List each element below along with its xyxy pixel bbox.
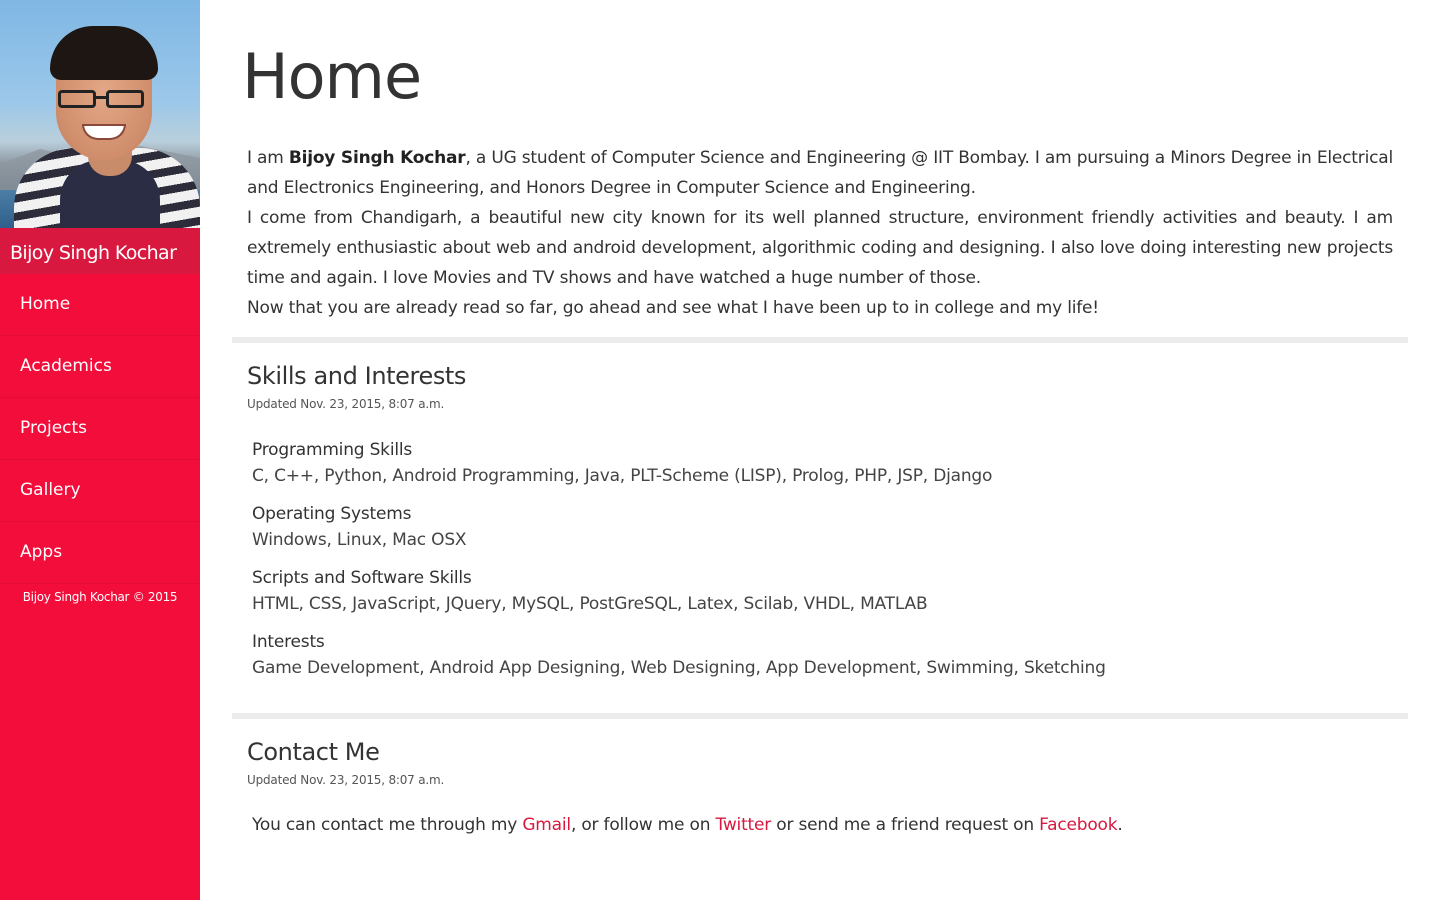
skill-block-operating-systems: Operating Systems Windows, Linux, Mac OS…	[252, 504, 1352, 550]
sidebar: Bijoy Singh Kochar Home Academics Projec…	[0, 0, 200, 900]
nav-item-projects[interactable]: Projects	[0, 398, 200, 460]
nav-item-home[interactable]: Home	[0, 274, 200, 336]
contact-text-part: .	[1117, 815, 1123, 835]
intro-paragraph-1: I am Bijoy Singh Kochar, a UG student of…	[247, 143, 1393, 203]
skill-heading: Operating Systems	[252, 504, 412, 524]
section-divider	[232, 337, 1408, 343]
sidebar-nav: Home Academics Projects Gallery Apps	[0, 274, 200, 584]
skill-value: HTML, CSS, JavaScript, JQuery, MySQL, Po…	[252, 594, 928, 614]
contact-text-part: or send me a friend request on	[771, 815, 1040, 835]
intro-paragraph-2: I come from Chandigarh, a beautiful new …	[247, 208, 1393, 288]
skill-block-interests: Interests Game Development, Android App …	[252, 632, 1352, 678]
nav-item-apps[interactable]: Apps	[0, 522, 200, 584]
facebook-link[interactable]: Facebook	[1039, 815, 1117, 835]
contact-text: You can contact me through my Gmail, or …	[252, 815, 1123, 835]
profile-photo	[0, 0, 200, 228]
skill-block-programming: Programming Skills C, C++, Python, Andro…	[252, 440, 1352, 486]
skills-updated-timestamp: Updated Nov. 23, 2015, 8:07 a.m.	[247, 397, 445, 411]
gmail-link[interactable]: Gmail	[522, 815, 571, 835]
skill-value: Game Development, Android App Designing,…	[252, 658, 1106, 678]
contact-text-part: , or follow me on	[570, 815, 716, 835]
contact-updated-timestamp: Updated Nov. 23, 2015, 8:07 a.m.	[247, 773, 445, 787]
skill-heading: Scripts and Software Skills	[252, 568, 472, 588]
skill-value: C, C++, Python, Android Programming, Jav…	[252, 466, 993, 486]
intro-paragraph-3: Now that you are already read so far, go…	[247, 298, 1099, 318]
nav-item-gallery[interactable]: Gallery	[0, 460, 200, 522]
contact-section-title: Contact Me	[247, 738, 380, 766]
sidebar-profile-name: Bijoy Singh Kochar	[0, 228, 200, 274]
page-title: Home	[242, 40, 422, 113]
twitter-link[interactable]: Twitter	[715, 815, 771, 835]
skills-section-title: Skills and Interests	[247, 362, 467, 390]
main-content: Home I am Bijoy Singh Kochar, a UG stude…	[232, 0, 1408, 900]
skill-block-scripts: Scripts and Software Skills HTML, CSS, J…	[252, 568, 1352, 614]
skill-value: Windows, Linux, Mac OSX	[252, 530, 467, 550]
nav-item-academics[interactable]: Academics	[0, 336, 200, 398]
intro-prefix: I am	[247, 148, 289, 168]
skill-heading: Interests	[252, 632, 325, 652]
contact-text-part: You can contact me through my	[252, 815, 523, 835]
sidebar-copyright: Bijoy Singh Kochar © 2015	[22, 590, 178, 604]
skill-heading: Programming Skills	[252, 440, 413, 460]
intro-text: I am Bijoy Singh Kochar, a UG student of…	[247, 143, 1393, 323]
section-divider	[232, 713, 1408, 719]
intro-name: Bijoy Singh Kochar	[288, 148, 466, 168]
